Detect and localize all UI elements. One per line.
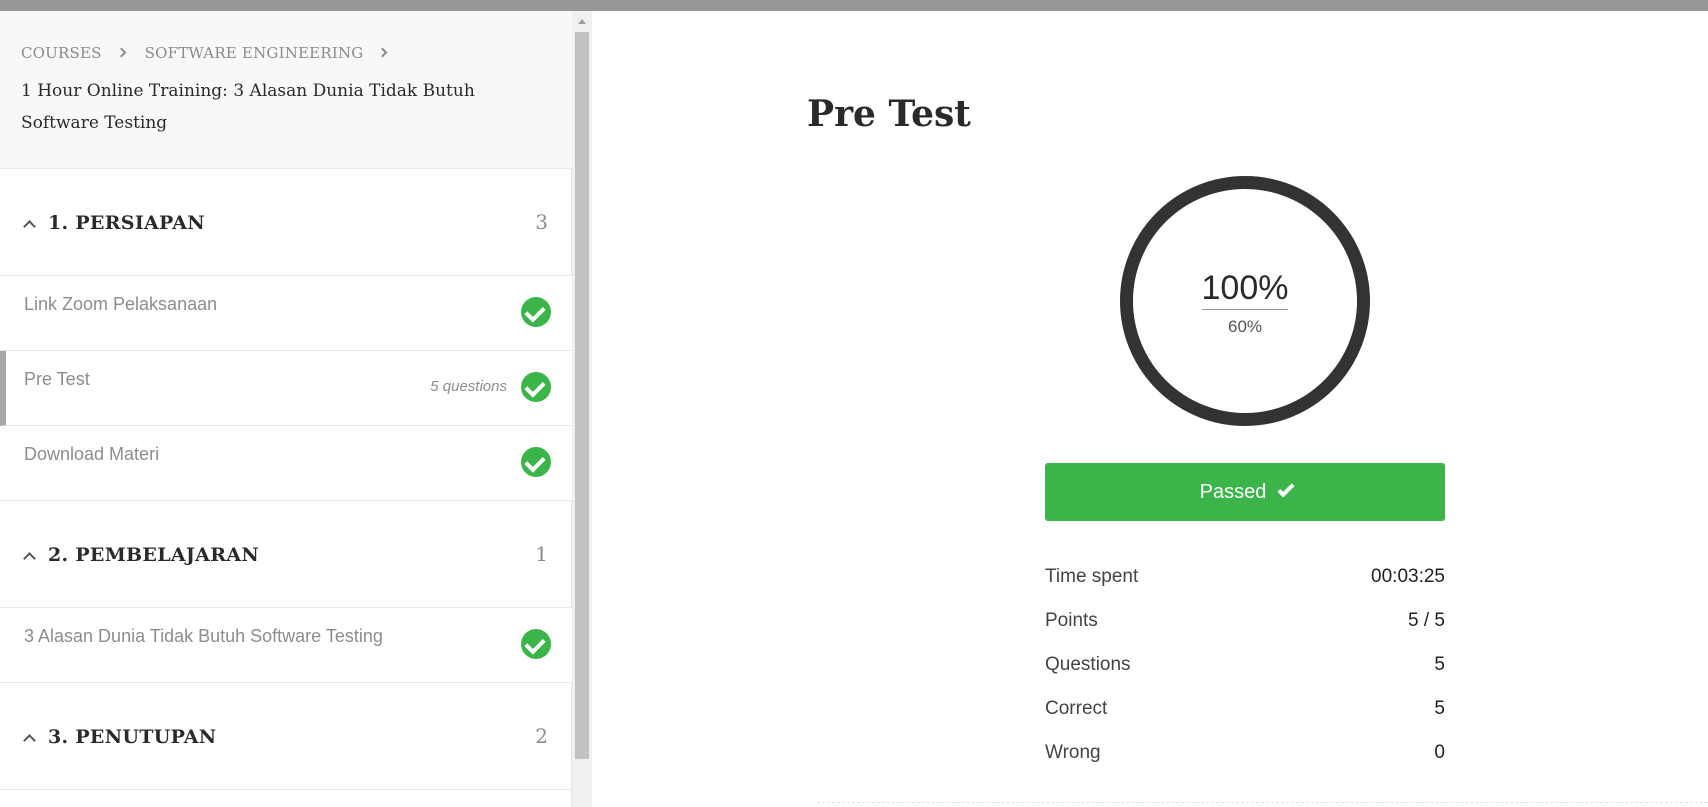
- section-count: 3: [535, 210, 548, 234]
- chevron-right-icon: [116, 47, 127, 57]
- lesson-label: Download Materi: [24, 444, 160, 464]
- section-pembelajaran[interactable]: 2. PEMBELAJARAN 1: [0, 501, 572, 608]
- stat-value: 5: [1434, 698, 1445, 719]
- stat-label: Time spent: [1045, 566, 1139, 587]
- stat-row: Questions 5: [1045, 654, 1445, 698]
- stat-row: Correct 5: [1045, 698, 1445, 742]
- breadcrumb-courses[interactable]: COURSES: [21, 44, 102, 62]
- check-circle-icon: [521, 372, 551, 402]
- check-icon: [1277, 480, 1295, 498]
- page-title: Pre Test: [807, 93, 971, 135]
- scroll-up-arrow-icon[interactable]: [578, 19, 586, 24]
- stat-row: Wrong 0: [1045, 742, 1445, 786]
- stat-row: Time spent 00:03:25: [1045, 566, 1445, 610]
- check-circle-icon: [521, 297, 551, 327]
- stat-value: 0: [1434, 742, 1445, 763]
- status-label: Passed: [1199, 480, 1267, 503]
- stat-label: Points: [1045, 610, 1098, 631]
- stat-value: 5: [1434, 654, 1445, 675]
- breadcrumb-software-engineering[interactable]: SOFTWARE ENGINEERING: [145, 44, 364, 62]
- sidebar-scrollbar[interactable]: [572, 11, 592, 807]
- lesson-item-download-materi[interactable]: Download Materi: [0, 426, 572, 501]
- stat-value: 00:03:25: [1371, 566, 1445, 587]
- course-title: 1 Hour Online Training: 3 Alasan Dunia T…: [21, 81, 475, 133]
- lesson-label: 3 Alasan Dunia Tidak Butuh Software Test…: [24, 626, 383, 646]
- section-title: 1. PERSIAPAN: [48, 212, 205, 234]
- stat-value: 5 / 5: [1408, 610, 1445, 631]
- section-persiapan[interactable]: 1. PERSIAPAN 3: [0, 169, 572, 276]
- course-header: COURSES SOFTWARE ENGINEERING 1 Hour Onli…: [0, 11, 572, 169]
- breadcrumb: COURSES SOFTWARE ENGINEERING: [21, 44, 406, 62]
- section-count: 2: [535, 724, 548, 748]
- result-circle: 100% 60%: [1120, 176, 1370, 426]
- quiz-result-panel: Pre Test 100% 60% Passed Time spent 00:0…: [592, 11, 1708, 807]
- divider: [817, 802, 1708, 803]
- check-circle-icon: [521, 447, 551, 477]
- chevron-up-icon[interactable]: [23, 552, 36, 565]
- lesson-label: Pre Test: [24, 369, 90, 389]
- check-circle-icon: [521, 629, 551, 659]
- chevron-up-icon[interactable]: [23, 734, 36, 747]
- lesson-item-pre-test[interactable]: Pre Test 5 questions: [0, 351, 572, 426]
- divider: [1202, 309, 1288, 310]
- stat-label: Correct: [1045, 698, 1108, 719]
- passed-status-button: Passed: [1045, 463, 1445, 521]
- stat-row: Points 5 / 5: [1045, 610, 1445, 654]
- result-percent: 100%: [1201, 269, 1289, 307]
- section-penutupan[interactable]: 3. PENUTUPAN 2: [0, 683, 572, 790]
- result-stats: Time spent 00:03:25 Points 5 / 5 Questio…: [1045, 566, 1445, 786]
- scroll-thumb[interactable]: [575, 32, 589, 759]
- curriculum-sidebar: COURSES SOFTWARE ENGINEERING 1 Hour Onli…: [0, 11, 572, 807]
- lesson-item-3-alasan[interactable]: 3 Alasan Dunia Tidak Butuh Software Test…: [0, 608, 572, 683]
- passing-percent: 60%: [1227, 317, 1263, 336]
- lesson-label: Link Zoom Pelaksanaan: [24, 294, 218, 314]
- stat-label: Questions: [1045, 654, 1131, 675]
- section-title: 2. PEMBELAJARAN: [48, 544, 260, 566]
- lesson-item-link-zoom[interactable]: Link Zoom Pelaksanaan: [0, 276, 572, 351]
- section-title: 3. PENUTUPAN: [48, 726, 217, 748]
- top-bar: [0, 0, 1708, 11]
- chevron-right-icon: [378, 47, 388, 57]
- question-count: 5 questions: [430, 378, 507, 395]
- section-count: 1: [535, 542, 548, 566]
- chevron-up-icon[interactable]: [23, 220, 36, 233]
- stat-label: Wrong: [1045, 742, 1101, 763]
